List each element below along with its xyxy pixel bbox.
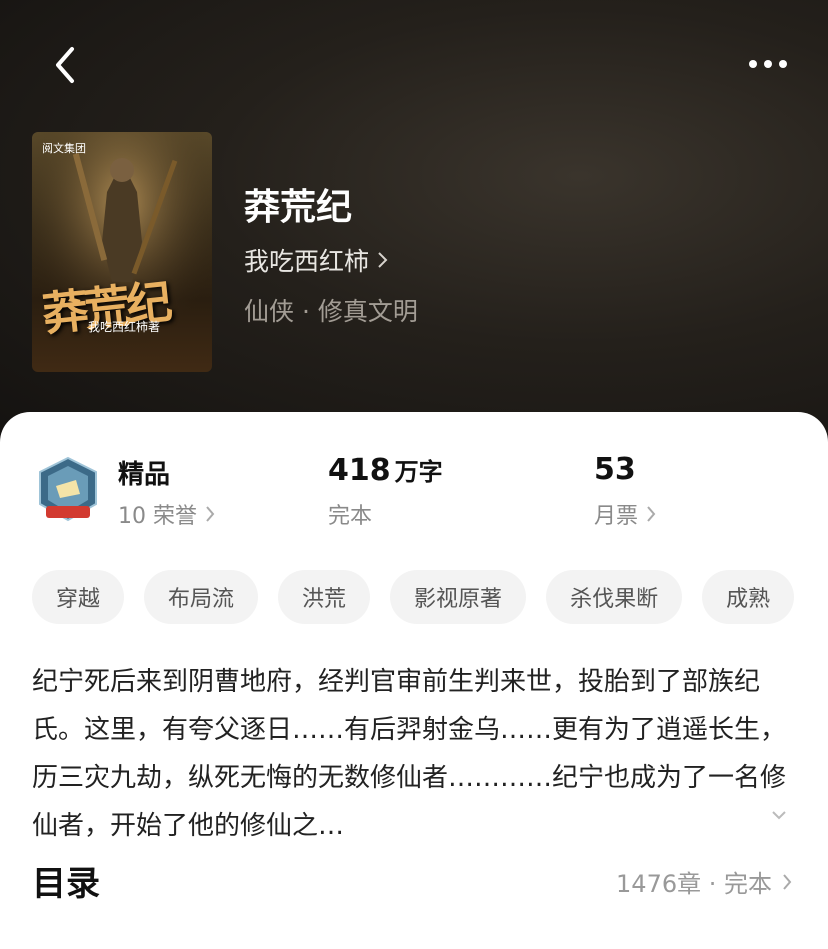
author-link[interactable]: 我吃西红柿 [244,242,389,278]
toc-chapter-info: 1476章 · 完本 [616,870,772,898]
book-description[interactable]: 纪宁死后来到阴曹地府，经判官审前生判来世，投胎到了部族纪氏。这里，有夸父逐日……… [32,658,796,850]
book-cover[interactable]: 阅文集团 莽荒纪 我吃西红柿著 [32,132,212,372]
tag-chip[interactable]: 影视原著 [390,570,527,624]
tag-chip[interactable]: 成熟 [702,570,795,624]
honor-badge-icon[interactable] [36,456,100,524]
monthly-tickets-link[interactable]: 月票 [594,498,656,530]
honor-link[interactable]: 10 荣誉 [118,498,215,530]
back-button[interactable] [40,40,90,90]
tag-chip[interactable]: 杀伐果断 [546,570,683,624]
cover-publisher: 阅文集团 [42,142,86,155]
book-header: 阅文集团 莽荒纪 我吃西红柿著 莽荒纪 我吃西红柿 仙侠 · 修真文明 [0,0,828,440]
cover-author: 我吃西红柿著 [88,320,161,334]
book-genre: 仙侠 · 修真文明 [244,297,418,326]
word-count-value: 418 [328,453,391,488]
more-dots-icon [749,60,787,68]
monthly-tickets-label: 月票 [594,504,639,529]
honor-title: 精品 [118,460,171,490]
toc-link[interactable]: 1476章 · 完本 [616,864,792,899]
toc-title: 目录 [32,864,100,904]
chevron-right-icon [647,506,656,522]
chevron-right-icon [783,873,792,890]
expand-description-button[interactable] [764,800,794,830]
chevron-right-icon [378,252,388,268]
completion-text: 完本 [328,504,373,529]
book-title: 莽荒纪 [244,186,353,228]
completion-status: 完本 [328,498,372,530]
chevron-right-icon [206,506,215,522]
tag-chip[interactable]: 洪荒 [278,570,371,624]
monthly-tickets-value: 53 [594,452,636,487]
tag-chip[interactable]: 穿越 [32,570,125,624]
word-count-unit: 万字 [394,458,443,486]
tag-list: 穿越 布局流 洪荒 影视原著 杀伐果断 成熟 [32,570,795,624]
chevron-down-icon [772,811,786,820]
tag-chip[interactable]: 布局流 [144,570,259,624]
more-button[interactable] [740,44,796,84]
back-chevron-icon [56,47,74,83]
author-name: 我吃西红柿 [244,247,370,276]
honor-count: 10 荣誉 [118,504,197,529]
word-count: 418 万字 [328,452,443,488]
